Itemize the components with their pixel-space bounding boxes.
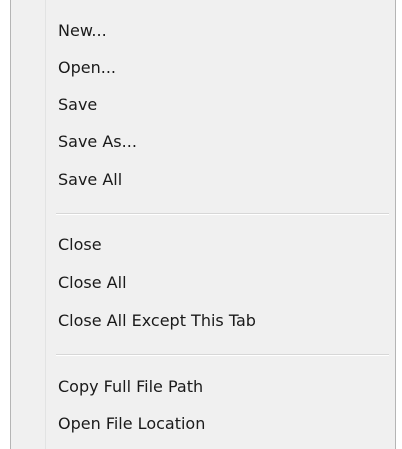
menu-separator <box>56 213 389 215</box>
menu-icon-gutter <box>11 0 46 449</box>
menu-item-save-as[interactable]: Save As... <box>48 126 393 158</box>
menu-item-new[interactable]: New... <box>48 15 393 47</box>
menu-item-copy-full-file-path[interactable]: Copy Full File Path <box>48 371 393 403</box>
menu-item-close-all[interactable]: Close All <box>48 267 393 299</box>
file-context-menu: New... Open... Save Save As... Save All … <box>10 0 396 449</box>
menu-item-save-all[interactable]: Save All <box>48 164 393 196</box>
menu-item-close[interactable]: Close <box>48 229 393 261</box>
menu-item-save[interactable]: Save <box>48 89 393 121</box>
menu-separator <box>56 354 389 356</box>
menu-item-open-file-location[interactable]: Open File Location <box>48 408 393 440</box>
menu-item-close-all-except-this-tab[interactable]: Close All Except This Tab <box>48 305 393 337</box>
menu-item-open[interactable]: Open... <box>48 52 393 84</box>
